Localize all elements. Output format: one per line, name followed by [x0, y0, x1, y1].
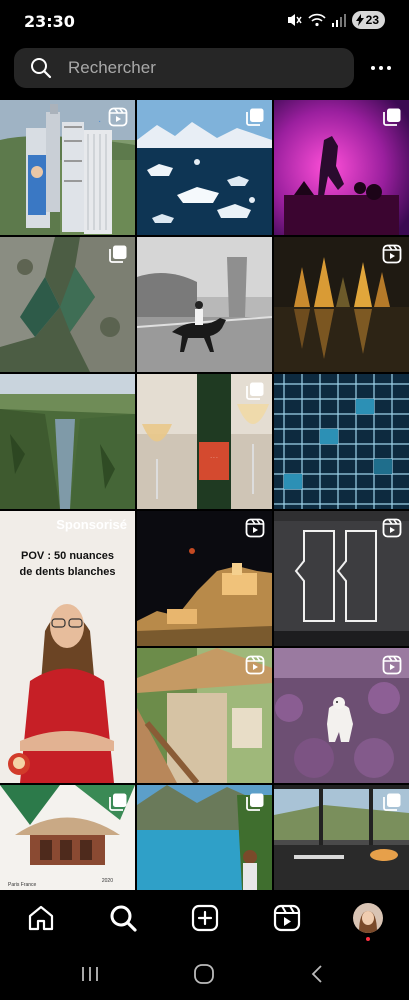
pavilion-location-caption: Paris France — [8, 882, 37, 888]
reels-icon — [245, 655, 265, 675]
more-options-icon[interactable] — [364, 54, 398, 82]
search-icon — [31, 58, 52, 79]
explore-post-wine[interactable]: · · · — [137, 374, 272, 509]
search-box[interactable] — [14, 48, 354, 88]
explore-post-pergola[interactable] — [137, 648, 272, 783]
carousel-icon — [246, 793, 264, 811]
carousel-icon — [246, 108, 264, 126]
search-input[interactable] — [68, 56, 338, 80]
battery-level: 23 — [365, 13, 379, 27]
explore-post-canyon[interactable] — [0, 374, 135, 509]
explore-post-icebergs[interactable] — [137, 100, 272, 235]
status-time: 23:30 — [24, 12, 75, 31]
wifi-icon — [308, 13, 326, 27]
bottom-navigation — [0, 890, 409, 950]
tower-signage: · — [98, 116, 101, 127]
explore-post-sponsored[interactable]: Sponsorisé POV : 50 nuances de dents bla… — [0, 511, 135, 783]
nav-search-button[interactable] — [108, 903, 138, 933]
explore-post-building-facade[interactable] — [274, 374, 409, 509]
explore-post-night-castle[interactable] — [137, 511, 272, 646]
reels-icon — [108, 107, 128, 127]
home-icon — [28, 905, 54, 931]
nav-home-button[interactable] — [26, 903, 56, 933]
battery-indicator: 23 — [351, 11, 385, 29]
search-icon — [110, 905, 137, 932]
carousel-icon — [383, 793, 401, 811]
reels-icon — [273, 904, 301, 932]
carousel-icon — [383, 108, 401, 126]
carousel-icon — [109, 245, 127, 263]
explore-post-pavilion[interactable]: Paris France 2020 — [0, 785, 135, 890]
create-icon — [191, 904, 219, 932]
profile-notification-dot — [366, 937, 370, 941]
wine-label-text: · · · — [210, 456, 218, 461]
explore-post-horse-rider[interactable] — [137, 237, 272, 372]
pavilion-year-caption: 2020 — [101, 878, 113, 884]
nav-profile-avatar[interactable] — [353, 903, 383, 933]
nav-reels-button[interactable] — [272, 903, 302, 933]
explore-post-terrace-restaurant[interactable] — [274, 785, 409, 890]
carousel-icon — [246, 382, 264, 400]
reels-icon — [245, 518, 265, 538]
building-facade-image — [274, 374, 409, 509]
profile-avatar-image — [353, 903, 383, 933]
sponsored-text-line-2: de dents blanches — [19, 566, 116, 578]
sponsored-text-line-1: POV : 50 nuances — [21, 550, 114, 562]
sponsored-label: Sponsorisé — [56, 517, 127, 532]
explore-post-concert[interactable] — [274, 100, 409, 235]
mute-icon — [287, 14, 302, 26]
back-icon[interactable] — [306, 962, 330, 986]
explore-post-mountain-lake[interactable] — [137, 785, 272, 890]
canyon-image — [0, 374, 135, 509]
system-navigation-bar — [0, 950, 409, 1000]
charging-icon — [355, 14, 364, 26]
status-icons: 23 — [286, 11, 385, 29]
home-circle-icon[interactable] — [192, 962, 216, 986]
explore-post-autumn-lake[interactable] — [274, 237, 409, 372]
horse-rider-image — [137, 237, 272, 372]
carousel-icon — [109, 793, 127, 811]
sponsored-ad-text: POV : 50 nuances de dents blanches — [0, 548, 135, 580]
reels-icon — [382, 518, 402, 538]
reels-icon — [382, 244, 402, 264]
reels-icon — [382, 655, 402, 675]
status-bar: 23:30 23 — [0, 0, 409, 42]
explore-post-aerial-rocks[interactable] — [0, 237, 135, 372]
nav-create-button[interactable] — [190, 903, 220, 933]
signal-icon — [331, 13, 346, 27]
recent-apps-icon[interactable] — [78, 962, 102, 986]
explore-post-tower[interactable]: · — [0, 100, 135, 235]
explore-post-dog-heather[interactable] — [274, 648, 409, 783]
explore-post-grey-doors[interactable] — [274, 511, 409, 646]
